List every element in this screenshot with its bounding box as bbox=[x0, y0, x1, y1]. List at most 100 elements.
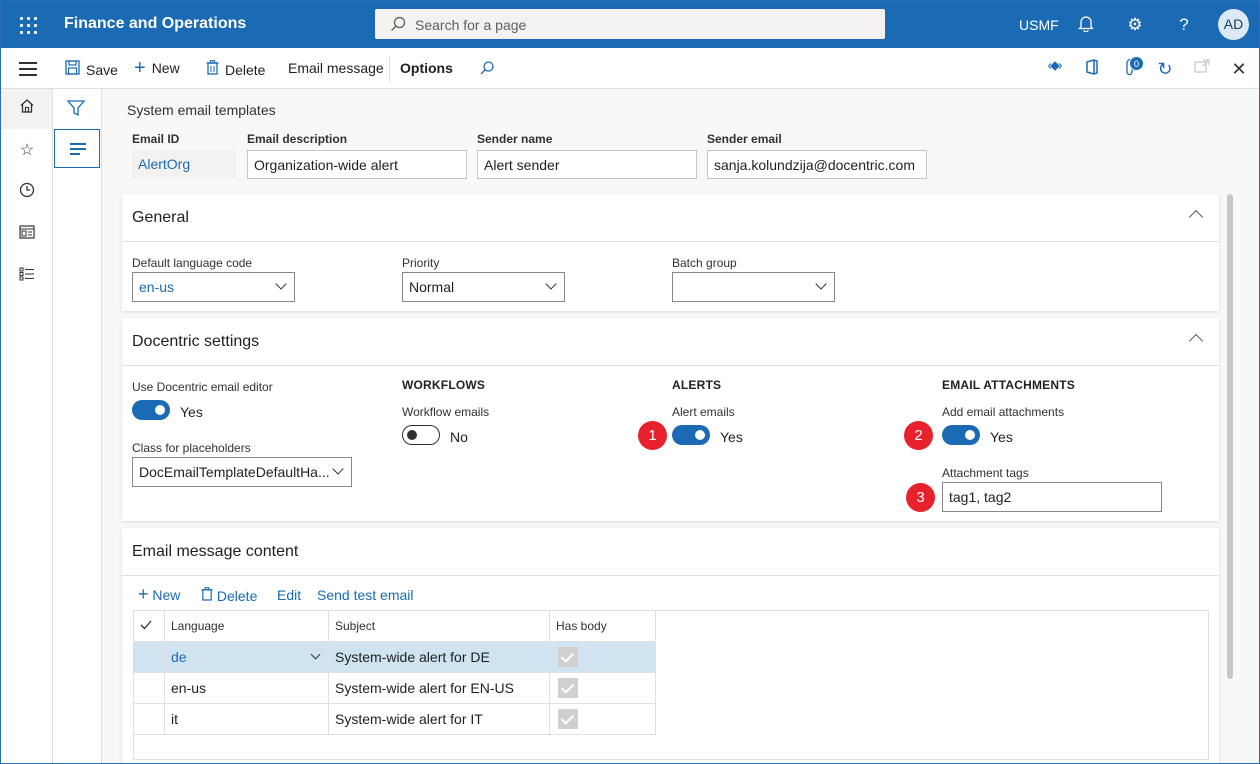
power-apps-icon[interactable] bbox=[1045, 59, 1065, 79]
has-body-checkbox[interactable] bbox=[558, 647, 578, 667]
plus-icon: + bbox=[138, 584, 149, 604]
email-attachments-section-title: EMAIL ATTACHMENTS bbox=[942, 378, 1075, 392]
default-language-value: en-us bbox=[139, 279, 175, 295]
email-message-button[interactable]: Email message bbox=[288, 60, 384, 76]
recent-clock-icon[interactable] bbox=[16, 182, 38, 204]
table-row-subject[interactable]: System-wide alert for EN-US bbox=[329, 673, 550, 704]
callout-marker-3: 3 bbox=[906, 483, 935, 512]
table-row-has-body[interactable] bbox=[550, 673, 656, 704]
sender-email-field[interactable]: sanja.kolundzija@docentric.com bbox=[707, 150, 927, 179]
row-selector[interactable] bbox=[134, 673, 165, 704]
save-label: Save bbox=[86, 61, 118, 78]
favorites-star-icon[interactable]: ☆ bbox=[16, 140, 38, 162]
has-body-checkbox[interactable] bbox=[558, 709, 578, 729]
new-button[interactable]: + New bbox=[134, 57, 180, 79]
open-new-window-icon[interactable] bbox=[1192, 59, 1212, 79]
action-search-icon[interactable] bbox=[479, 60, 495, 76]
email-message-content-fasttab: Email message content + New Delete Edit … bbox=[122, 528, 1219, 763]
table-row-subject[interactable]: System-wide alert for IT bbox=[329, 704, 550, 735]
column-header-subject[interactable]: Subject bbox=[329, 611, 550, 642]
grid-delete-label: Delete bbox=[216, 588, 258, 604]
grid-new-label: New bbox=[152, 587, 181, 603]
alert-emails-label: Alert emails bbox=[672, 405, 735, 419]
company-picker[interactable]: USMF bbox=[1019, 17, 1059, 33]
has-body-checkbox[interactable] bbox=[558, 678, 578, 698]
close-icon[interactable]: ✕ bbox=[1229, 59, 1249, 79]
search-placeholder: Search for a page bbox=[415, 17, 527, 33]
collapse-chevron-icon[interactable] bbox=[1188, 333, 1204, 349]
show-list-button[interactable] bbox=[54, 129, 100, 168]
options-tab[interactable]: Options bbox=[400, 60, 453, 76]
home-icon[interactable] bbox=[16, 98, 38, 120]
row-selector[interactable] bbox=[134, 704, 165, 735]
delete-button[interactable]: Delete bbox=[206, 60, 265, 79]
table-row-has-body[interactable] bbox=[550, 704, 656, 735]
priority-combo[interactable]: Normal bbox=[402, 272, 565, 302]
table-row-language[interactable]: de bbox=[165, 642, 329, 673]
app-launcher-icon[interactable] bbox=[19, 16, 37, 34]
notifications-bell-icon[interactable] bbox=[1075, 14, 1097, 36]
grid-delete-button[interactable]: Delete bbox=[201, 587, 257, 604]
row-selector[interactable] bbox=[134, 642, 165, 673]
docentric-settings-header[interactable]: Docentric settings bbox=[122, 318, 1219, 366]
save-button[interactable]: Save bbox=[65, 60, 118, 79]
general-header[interactable]: General bbox=[122, 194, 1219, 242]
column-header-has-body[interactable]: Has body bbox=[550, 611, 656, 642]
office-icon[interactable] bbox=[1082, 59, 1102, 79]
table-row-language[interactable]: en-us bbox=[165, 673, 329, 704]
email-message-content-title: Email message content bbox=[132, 543, 299, 560]
sender-name-label: Sender name bbox=[477, 132, 553, 146]
batch-group-combo[interactable] bbox=[672, 272, 835, 302]
filter-icon[interactable] bbox=[66, 100, 86, 119]
help-icon[interactable]: ? bbox=[1173, 14, 1195, 36]
docentric-settings-fasttab: Docentric settings Use Docentric email e… bbox=[122, 318, 1219, 521]
table-row-has-body[interactable] bbox=[550, 642, 656, 673]
attachment-tags-label: Attachment tags bbox=[942, 466, 1029, 480]
column-header-language[interactable]: Language bbox=[165, 611, 329, 642]
priority-value: Normal bbox=[409, 279, 455, 295]
refresh-icon[interactable]: ↻ bbox=[1155, 59, 1175, 79]
attachments-count-badge: 0 bbox=[1129, 56, 1144, 71]
alerts-section-title: ALERTS bbox=[672, 378, 722, 392]
page-search-input[interactable]: Search for a page bbox=[375, 9, 885, 39]
email-id-field[interactable]: AlertOrg bbox=[132, 150, 236, 179]
settings-gear-icon[interactable]: ⚙ bbox=[1124, 14, 1146, 36]
modules-list-icon[interactable] bbox=[16, 266, 38, 288]
send-test-email-button[interactable]: Send test email bbox=[317, 587, 414, 603]
workflow-emails-label: Workflow emails bbox=[402, 405, 490, 419]
app-window: Finance and Operations Search for a page… bbox=[0, 0, 1260, 764]
workflow-emails-toggle[interactable] bbox=[402, 425, 440, 445]
workflow-emails-value: No bbox=[450, 429, 468, 445]
email-description-field[interactable]: Organization-wide alert bbox=[247, 150, 467, 179]
class-placeholders-combo[interactable]: DocEmailTemplateDefaultHa... bbox=[132, 457, 352, 487]
grid-new-button[interactable]: + New bbox=[138, 584, 181, 604]
plus-icon: + bbox=[134, 57, 146, 79]
alert-emails-value: Yes bbox=[720, 429, 743, 445]
workflows-section-title: WORKFLOWS bbox=[402, 378, 486, 392]
docentric-editor-value: Yes bbox=[180, 404, 203, 420]
select-all-column[interactable] bbox=[134, 611, 165, 642]
callout-marker-2: 2 bbox=[904, 421, 933, 450]
docentric-editor-toggle[interactable] bbox=[132, 400, 170, 420]
sender-name-field[interactable]: Alert sender bbox=[477, 150, 697, 179]
table-row-language[interactable]: it bbox=[165, 704, 329, 735]
new-label: New bbox=[151, 60, 180, 76]
email-message-content-header[interactable]: Email message content bbox=[122, 528, 1219, 576]
trash-icon bbox=[201, 587, 217, 604]
user-avatar[interactable]: AD bbox=[1218, 9, 1249, 40]
chevron-down-icon bbox=[815, 278, 827, 290]
vertical-scrollbar[interactable] bbox=[1227, 194, 1233, 679]
attachment-tags-input[interactable]: tag1, tag2 bbox=[942, 482, 1162, 512]
collapse-chevron-icon[interactable] bbox=[1188, 209, 1204, 225]
add-attachments-toggle[interactable] bbox=[942, 425, 980, 445]
trash-icon bbox=[206, 60, 219, 79]
default-language-combo[interactable]: en-us bbox=[132, 272, 295, 302]
grid-edit-button[interactable]: Edit bbox=[277, 587, 301, 603]
add-attachments-label: Add email attachments bbox=[942, 405, 1065, 419]
app-title: Finance and Operations bbox=[64, 15, 247, 32]
alert-emails-toggle[interactable] bbox=[672, 425, 710, 445]
table-row-subject[interactable]: System-wide alert for DE bbox=[329, 642, 550, 673]
hamburger-menu-icon[interactable] bbox=[19, 62, 37, 76]
priority-label: Priority bbox=[402, 256, 440, 270]
workspaces-icon[interactable] bbox=[16, 224, 38, 246]
